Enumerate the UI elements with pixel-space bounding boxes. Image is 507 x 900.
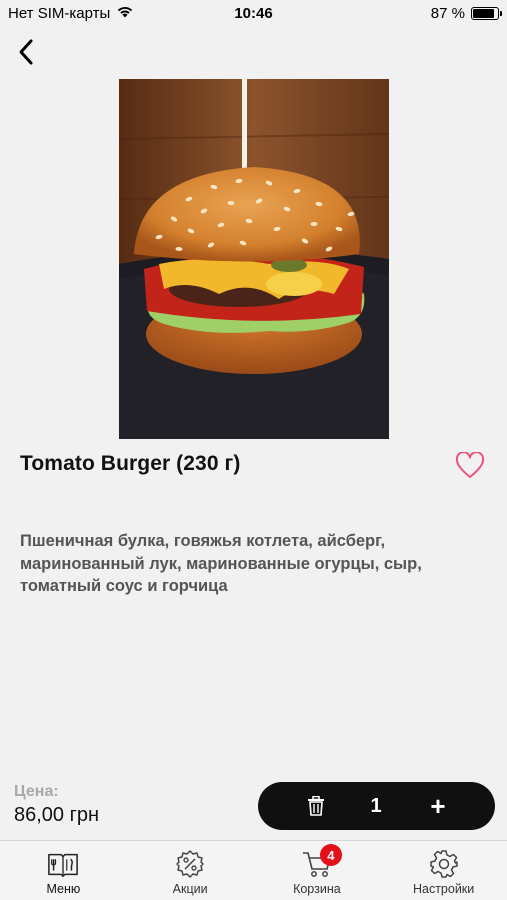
quantity-control: 1 + <box>258 782 495 830</box>
menu-book-icon <box>47 849 79 879</box>
chevron-left-icon <box>19 39 33 65</box>
price-label: Цена: <box>14 783 59 800</box>
back-button[interactable] <box>10 35 42 69</box>
discount-gear-icon <box>174 849 206 879</box>
price-value: 86,00 грн <box>14 804 100 826</box>
status-bar: Нет SIM-карты 10:46 87 % <box>0 0 507 28</box>
quantity-value: 1 <box>370 795 382 817</box>
battery-percent: 87 % <box>430 5 465 22</box>
battery-fill <box>473 9 494 18</box>
tab-settings[interactable]: Настройки <box>380 841 507 900</box>
product-title: Tomato Burger (230 г) <box>20 452 241 475</box>
product-image <box>119 79 389 439</box>
cart-icon: 4 <box>301 844 342 879</box>
product-description: Пшеничная булка, говяжья котлета, айсбер… <box>20 532 422 595</box>
tab-label-settings: Настройки <box>412 882 475 896</box>
tab-bar: Меню Акции 4 Корзина Настройки <box>0 840 507 900</box>
tab-label-menu: Меню <box>46 882 81 896</box>
tab-label-cart: Корзина <box>293 882 341 896</box>
heart-icon <box>455 451 485 478</box>
cart-badge: 4 <box>319 844 342 866</box>
trash-icon <box>308 796 324 816</box>
tab-label-promotions: Акции <box>172 882 208 896</box>
burger-photo <box>119 79 389 439</box>
tab-cart[interactable]: 4 Корзина <box>254 841 381 900</box>
tab-promotions[interactable]: Акции <box>127 841 254 900</box>
favorite-button[interactable] <box>453 449 487 481</box>
tab-menu[interactable]: Меню <box>0 841 127 900</box>
remove-button[interactable] <box>296 782 336 830</box>
add-button[interactable]: + <box>418 782 458 830</box>
status-right: 87 % <box>430 5 502 22</box>
battery-icon <box>471 7 502 20</box>
settings-gear-icon <box>428 849 460 879</box>
